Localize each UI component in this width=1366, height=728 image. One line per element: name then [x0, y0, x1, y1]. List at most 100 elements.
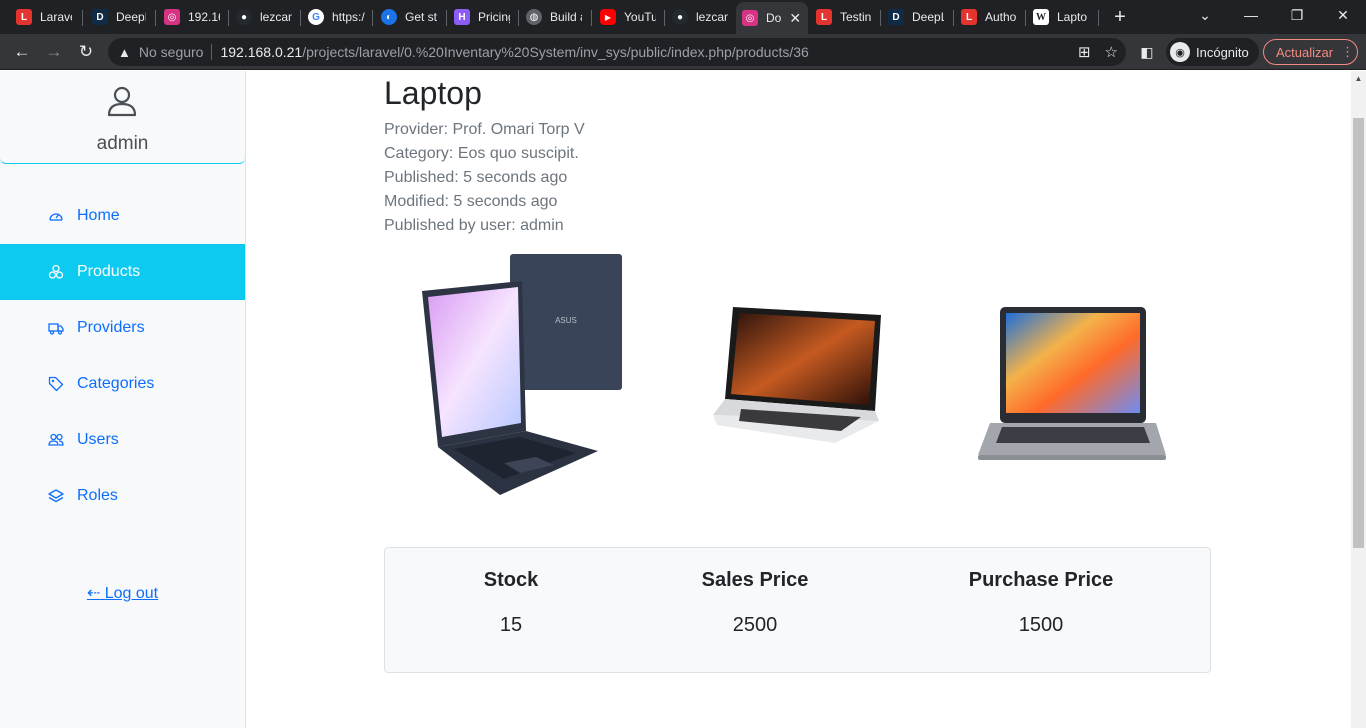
sidebar-item-categories[interactable]: Categories: [0, 356, 245, 412]
speedometer-icon: [48, 208, 64, 224]
side-panel-icon[interactable]: ◧: [1133, 38, 1161, 66]
truck-icon: [48, 320, 64, 336]
product-image[interactable]: [976, 305, 1168, 463]
boxes-icon: [48, 264, 64, 280]
warning-icon: ▲: [118, 44, 131, 60]
youtube-icon: ▶: [600, 9, 616, 25]
browser-tab[interactable]: ● lezcan: [230, 4, 298, 30]
browser-tab[interactable]: LLarave: [10, 4, 78, 30]
browser-tab-strip: LLarave DDeepL ◎192.16 ●lezcan Ghttps:/ …: [0, 0, 1366, 34]
restore-button[interactable]: ❐: [1274, 0, 1320, 32]
bookmark-star-icon[interactable]: ☆: [1105, 43, 1118, 61]
product-provider: Provider: Prof. Omari Torp V: [384, 121, 585, 138]
browser-tab[interactable]: ◍Build a: [520, 4, 588, 30]
deepl-icon: D: [888, 9, 904, 25]
close-icon[interactable]: ✕: [789, 10, 801, 27]
tab-search-button[interactable]: ⌄: [1182, 0, 1228, 32]
forward-button[interactable]: →: [40, 38, 68, 66]
sidebar-item-roles[interactable]: Roles: [0, 468, 245, 524]
browser-tab[interactable]: L Autho: [955, 4, 1023, 30]
sidebar-item-products[interactable]: Products: [0, 244, 245, 300]
laravel-icon: L: [16, 9, 32, 25]
browser-tab[interactable]: ● lezcan: [666, 4, 734, 30]
logout-icon: ⇠: [86, 585, 101, 602]
new-tab-button[interactable]: +: [1108, 4, 1132, 30]
browser-tab[interactable]: HPricing: [448, 4, 516, 30]
url-path: /projects/laravel/0.%20Inventary%20Syste…: [302, 44, 809, 60]
translate-icon[interactable]: ⊞: [1078, 43, 1091, 61]
product-published-by: Published by user: admin: [384, 217, 564, 234]
stock-label: Stock: [483, 569, 539, 591]
browser-tab[interactable]: ◎192.16: [158, 4, 226, 30]
sidebar-item-label: Providers: [77, 319, 145, 336]
address-bar[interactable]: ▲ No seguro 192.168.0.21/projects/larave…: [108, 38, 1126, 66]
purchase-price-stat: Purchase Price 1500: [951, 548, 1131, 637]
github-icon: ●: [236, 9, 252, 25]
heroku-icon: H: [454, 9, 470, 25]
app-icon: ◎: [164, 9, 180, 25]
browser-tab[interactable]: DDeepL: [882, 4, 950, 30]
browser-tab[interactable]: ◐ Get st: [375, 4, 443, 30]
people-icon: [48, 432, 64, 448]
sales-price-label: Sales Price: [701, 569, 809, 591]
minimize-button[interactable]: —: [1228, 0, 1274, 32]
product-image[interactable]: [711, 303, 883, 447]
browser-tab[interactable]: Ghttps:/: [302, 4, 372, 30]
browser-tab[interactable]: L Testin: [810, 4, 878, 30]
sales-price-stat: Sales Price 2500: [685, 548, 825, 637]
stock-stat: Stock 15: [451, 548, 571, 637]
product-category: Category: Eos quo suscipit.: [384, 145, 579, 162]
sidebar-item-label: Home: [77, 207, 120, 224]
github-icon: ●: [672, 9, 688, 25]
wikipedia-icon: W: [1033, 9, 1049, 25]
sales-price-value: 2500: [732, 614, 778, 636]
layers-icon: [48, 488, 64, 504]
page-title: Laptop: [384, 75, 482, 111]
tag-icon: [48, 376, 64, 392]
stock-value: 15: [499, 614, 523, 636]
main-content: Laptop Provider: Prof. Omari Torp V Cate…: [246, 71, 1351, 728]
laravel-icon: L: [816, 9, 832, 25]
sidebar-item-label: Users: [77, 431, 119, 448]
purchase-price-label: Purchase Price: [968, 569, 1114, 591]
svg-text:ASUS: ASUS: [555, 316, 577, 325]
browser-tab[interactable]: ▶ YouTu: [594, 4, 662, 30]
sidebar-item-home[interactable]: Home: [0, 188, 245, 244]
browser-tab-active[interactable]: ◎ Do ✕: [736, 2, 808, 34]
cloud-icon: ◐: [381, 9, 397, 25]
globe-icon: ◍: [526, 9, 542, 25]
sidebar-item-label: Categories: [77, 375, 155, 392]
laravel-icon: L: [961, 9, 977, 25]
sidebar-item-users[interactable]: Users: [0, 412, 245, 468]
incognito-icon: ◉: [1170, 42, 1190, 62]
browser-tab[interactable]: W Lapto: [1027, 4, 1097, 30]
product-image[interactable]: ASUS: [416, 251, 626, 499]
browser-toolbar: ← → ↻ ▲ No seguro 192.168.0.21/projects/…: [0, 34, 1366, 70]
more-menu-icon: ⋮: [1341, 44, 1355, 59]
app-icon: ◎: [742, 10, 758, 26]
incognito-indicator[interactable]: ◉ Incógnito: [1166, 38, 1259, 66]
scroll-up-arrow[interactable]: ▲: [1351, 71, 1366, 87]
reload-button[interactable]: ↻: [72, 38, 100, 66]
deepl-icon: D: [92, 9, 108, 25]
product-published: Published: 5 seconds ago: [384, 169, 568, 186]
close-window-button[interactable]: ✕: [1320, 0, 1366, 32]
scrollbar-thumb[interactable]: [1353, 118, 1364, 548]
product-stats-card: Stock 15 Sales Price 2500 Purchase Price…: [384, 547, 1211, 673]
browser-tab[interactable]: DDeepL: [86, 4, 152, 30]
sidebar-item-providers[interactable]: Providers: [0, 300, 245, 356]
purchase-price-value: 1500: [1018, 614, 1064, 636]
product-modified: Modified: 5 seconds ago: [384, 193, 558, 210]
person-icon: [107, 86, 137, 117]
not-secure-label: No seguro: [138, 44, 204, 60]
google-icon: G: [308, 9, 324, 25]
logout-link[interactable]: ⇠ Log out: [0, 583, 245, 603]
user-name: admin: [96, 133, 149, 154]
sidebar-item-label: Roles: [77, 487, 118, 504]
sidebar: admin Home Products Providers Categories…: [0, 71, 246, 728]
sidebar-item-label: Products: [77, 263, 141, 280]
update-button[interactable]: Actualizar ⋮: [1263, 39, 1358, 65]
url-host: 192.168.0.21: [220, 44, 303, 60]
back-button[interactable]: ←: [8, 38, 36, 66]
user-block: admin: [0, 71, 245, 164]
